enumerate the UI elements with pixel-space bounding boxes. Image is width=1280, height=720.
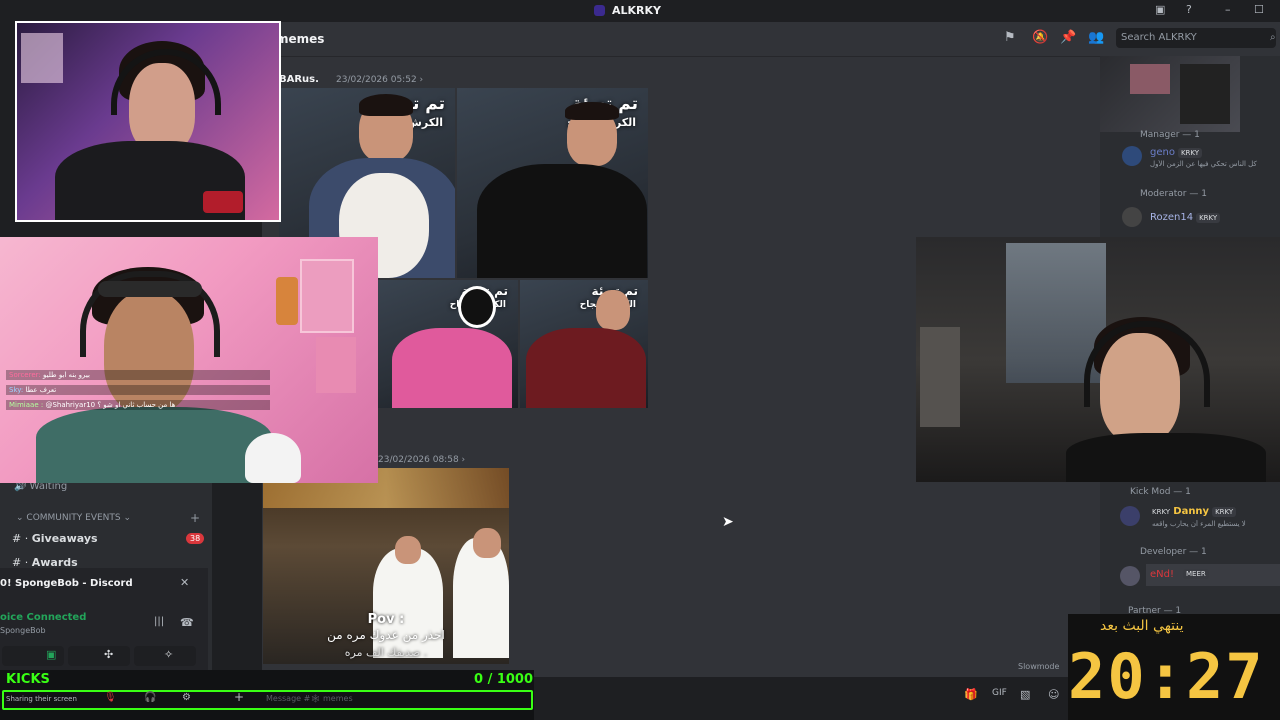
chat-user: Sky: <box>9 386 24 394</box>
member-name[interactable]: Rozen14 KRKY <box>1150 212 1221 223</box>
avatar[interactable] <box>1120 566 1140 586</box>
inbox-icon[interactable]: ▣ <box>1155 3 1165 16</box>
stream-chat-overlay: Sorcerer: بيرو بنه ابو طليو Sky: تعرف عط… <box>6 370 270 415</box>
search-placeholder: Search ALKRKY <box>1121 32 1197 43</box>
add-channel-icon[interactable]: + <box>190 511 200 525</box>
role-badge: KRKY <box>1212 507 1237 517</box>
avatar[interactable] <box>1120 506 1140 526</box>
voice-channel-name: SpongeBob <box>0 626 46 635</box>
chat-text: بيرو بنه ابو طليو <box>42 371 90 379</box>
settings-gear-icon[interactable]: ⚙ <box>182 692 191 703</box>
video-caption-line2: احذر من عدوك مره من <box>327 628 445 642</box>
chat-message: Sky: تعرف عطا <box>6 385 270 395</box>
chat-message: Mimiaae : @Shahriyar10 ها من حساب ثاني ا… <box>6 400 270 410</box>
screen-share-icon: ▣ <box>46 648 57 661</box>
unread-badge: 38 <box>186 533 205 544</box>
guest-webcam-1 <box>0 237 378 483</box>
attach-plus-icon[interactable]: + <box>234 690 244 704</box>
role-badge: KRKY <box>1177 148 1203 158</box>
name-prefix-tag: KRKY <box>1152 508 1171 516</box>
member-row-highlight[interactable]: eNd! MEER <box>1146 564 1280 586</box>
category-header[interactable]: ⌄ COMMUNITY EVENTS ⌄ <box>16 513 131 523</box>
chat-message: Sorcerer: بيرو بنه ابو طليو <box>6 370 270 380</box>
sharing-status: Sharing their screen <box>6 695 77 703</box>
stream-title-text: SpongeBob - Discord <box>15 578 133 589</box>
stream-title: 0! SpongeBob - Discord <box>0 578 133 589</box>
meme-image-2[interactable]: تم تعبئة الكرش بنجاح <box>457 88 648 278</box>
member-status: لا يستطيع المرء أن يحارب واقعه <box>1152 520 1246 528</box>
voice-connected-status: oice Connected <box>0 612 87 623</box>
title-bar: ALKRKY ▣ ? – ☐ <box>0 0 1280 22</box>
gift-icon[interactable]: 🎁 <box>964 688 978 701</box>
emoji-icon[interactable]: ☺ <box>1048 688 1059 701</box>
close-stream-icon[interactable]: ✕ <box>180 576 189 589</box>
role-badge: MEER <box>1183 569 1209 579</box>
mouse-cursor-icon: ➤ <box>722 514 734 530</box>
threads-icon[interactable]: ⚑ <box>1004 30 1016 45</box>
app-logo-icon <box>594 5 605 16</box>
member-section-label: Developer — 1 <box>1140 547 1207 557</box>
screen-share-preview[interactable] <box>1100 56 1240 132</box>
streamer-webcam <box>15 21 281 222</box>
video-caption-line1: Pov : <box>367 612 405 627</box>
slowmode-indicator: Slowmode <box>1018 662 1060 671</box>
meme-image-4[interactable]: تم تعبئة الكرش بنجاح <box>520 280 648 408</box>
search-icon: ⌕ <box>1270 32 1276 43</box>
gif-icon[interactable]: GIF <box>992 688 1007 698</box>
member-name-text: Rozen14 <box>1150 212 1194 223</box>
soundboard-icon: ✧ <box>164 648 174 661</box>
pin-icon[interactable]: 📌 <box>1060 30 1076 45</box>
sticker-icon[interactable]: ▧ <box>1020 688 1030 701</box>
member-status: كل الناس تحكي فيها عن الزمن الأول <box>1150 160 1257 168</box>
app-title: ALKRKY <box>612 4 662 17</box>
video-attachment[interactable]: Pov : احذر من عدوك مره من صديقك الف مره … <box>263 468 509 664</box>
help-icon[interactable]: ? <box>1186 3 1192 16</box>
channel-item-giveaways[interactable]: # · Giveaways <box>12 532 98 545</box>
kicks-label: KICKS <box>6 672 50 687</box>
screen-share-button[interactable]: ▣ <box>2 646 64 666</box>
kicks-progress-bar: Sharing their screen 🎙 🎧 ⚙ + Message #🕸 … <box>2 690 533 710</box>
kicks-count: 0 / 1000 <box>474 672 534 687</box>
member-name[interactable]: geno KRKY <box>1150 147 1203 158</box>
disconnect-icon[interactable]: ☎ <box>180 616 194 629</box>
chat-text: @Shahriyar10 ها من حساب ثاني او شو ؟ <box>45 401 176 409</box>
category-label: COMMUNITY EVENTS <box>26 513 121 523</box>
member-section-label: Kick Mod — 1 <box>1130 487 1191 497</box>
activities-button[interactable]: ✣ <box>68 646 130 666</box>
activities-icon: ✣ <box>104 648 114 661</box>
member-name-text: eNd! <box>1150 569 1174 580</box>
chat-text: تعرف عطا <box>25 386 57 394</box>
member-name-text: Danny <box>1173 506 1210 517</box>
chat-user: Sorcerer: <box>9 371 41 379</box>
message-author[interactable]: BARus. <box>279 74 319 85</box>
mute-bell-icon[interactable]: 🔕 <box>1032 30 1048 45</box>
meme-image-3[interactable]: تم تعبئة الكرش بنجاح <box>378 280 518 408</box>
member-section-label: Manager — 1 <box>1140 130 1200 140</box>
soundboard-button[interactable]: ✧ <box>134 646 196 666</box>
avatar[interactable] <box>1122 207 1142 227</box>
guest-webcam-2 <box>916 237 1280 482</box>
channel-name: memes <box>276 32 325 46</box>
channel-label: Giveaways <box>31 532 98 545</box>
message-timestamp: 23/02/2026 05:52 › <box>336 75 424 85</box>
timer-label: ينتهي البث بعد <box>1100 618 1184 634</box>
headphones-icon[interactable]: 🎧 <box>144 692 156 703</box>
timer-value: 20:27 <box>1068 640 1265 713</box>
message-input-placeholder[interactable]: Message #🕸 memes <box>266 694 353 703</box>
avatar[interactable] <box>1122 146 1142 166</box>
member-name[interactable]: KRKY Danny KRKY <box>1152 506 1237 517</box>
minimize-icon[interactable]: – <box>1225 3 1231 16</box>
chat-user: Mimiaae : <box>9 401 44 409</box>
noise-suppression-icon[interactable]: ||| <box>154 616 164 627</box>
member-section-label: Moderator — 1 <box>1140 189 1207 199</box>
member-name-text: geno <box>1150 147 1175 158</box>
search-input[interactable]: Search ALKRKY ⌕ <box>1116 28 1276 48</box>
role-badge: KRKY <box>1196 213 1221 223</box>
video-caption-line3: صديقك الف مره . <box>344 646 428 659</box>
maximize-icon[interactable]: ☐ <box>1254 3 1264 16</box>
message-timestamp: 23/02/2026 08:58 › <box>378 455 466 465</box>
members-list-icon[interactable]: 👥 <box>1088 30 1104 45</box>
mic-muted-icon[interactable]: 🎙 <box>104 692 117 703</box>
